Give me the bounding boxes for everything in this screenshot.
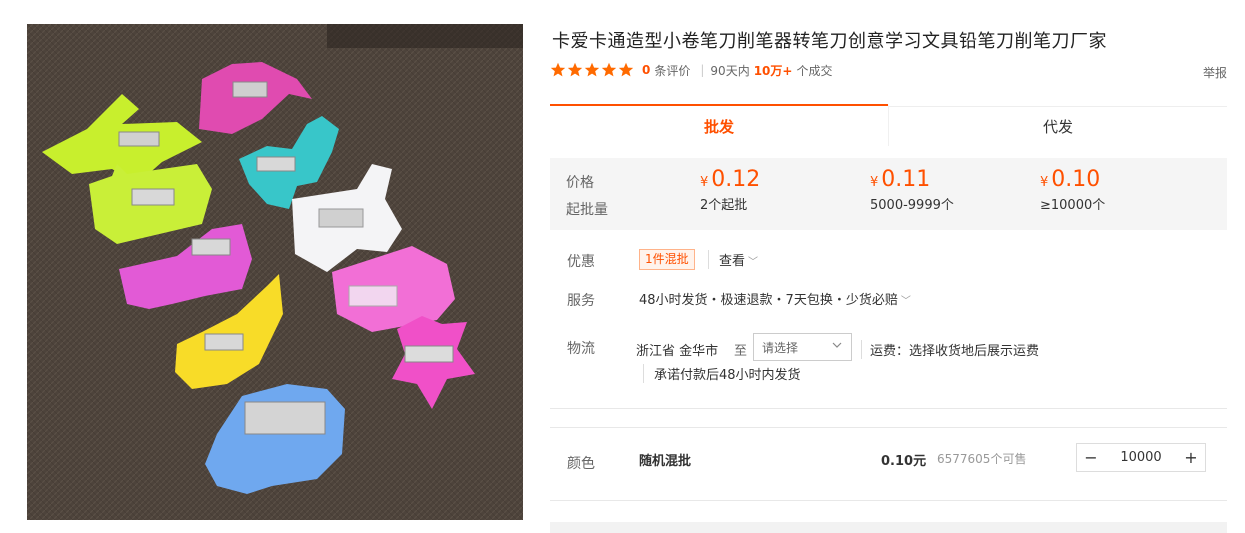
product-title: 卡爱卡通造型小卷笔刀削笔器转笔刀创意学习文具铅笔刀削笔刀厂家 [552, 31, 1107, 52]
product-image[interactable] [27, 24, 523, 520]
service-label: 服务 [567, 293, 595, 309]
star-rating [550, 62, 634, 78]
review-label[interactable]: 条评价 [654, 62, 690, 79]
promo-view-button[interactable]: 查看 ﹀ [708, 250, 758, 269]
tier-quantity: 2个起批 [700, 198, 748, 213]
period-label: 90天内 [710, 63, 750, 78]
summary-bar [550, 522, 1227, 533]
service-dropdown[interactable]: 48小时发货・极速退款・7天包换・少货必赔 ﹀ [639, 289, 911, 308]
quantity-stepper: − 10000 + [1076, 443, 1206, 472]
tab-dropship[interactable]: 代发 [888, 104, 1227, 146]
currency-symbol: ¥ [1040, 175, 1049, 190]
sku-price: 0.10元 [881, 454, 927, 469]
chevron-down-icon: ﹀ [748, 257, 759, 268]
rating-row: 0 条评价 | 90天内 10万+ 个成交 [550, 61, 836, 79]
increment-button[interactable]: + [1177, 448, 1205, 467]
currency-symbol: ¥ [870, 175, 879, 190]
service-text: 48小时发货・极速退款・7天包换・少货必赔 [639, 293, 898, 308]
tier-quantity: ≥10000个 [1040, 198, 1106, 213]
deals-label: 个成交 [796, 63, 833, 78]
view-label: 查看 [719, 254, 746, 269]
tier-price: 0.11 [881, 167, 931, 192]
report-link[interactable]: 举报 [1203, 64, 1227, 81]
divider: | [700, 63, 705, 77]
price-panel: 价格 起批量 ¥0.12 2个起批 ¥0.11 5000-9999个 ¥0.10… [550, 158, 1227, 230]
price-label: 价格 [566, 175, 594, 191]
divider [550, 408, 1227, 409]
currency-symbol: ¥ [700, 175, 709, 190]
promo-label: 优惠 [567, 254, 595, 270]
price-tier: ¥0.12 2个起批 [700, 167, 760, 213]
star-icon [550, 62, 566, 77]
tier-quantity: 5000-9999个 [870, 198, 954, 213]
review-count[interactable]: 0 [642, 63, 650, 77]
star-icon [601, 62, 617, 77]
ship-to-label: 至 [734, 344, 748, 359]
ship-from: 浙江省 金华市 [636, 344, 719, 359]
logistics-label: 物流 [567, 341, 595, 357]
freight-info: 运费：选择收货地后展示运费 [861, 340, 1039, 359]
star-icon [618, 62, 634, 77]
sku-name: 随机混批 [639, 454, 692, 469]
sku-stock: 6577605个可售 [937, 452, 1027, 466]
moq-label: 起批量 [566, 202, 608, 218]
tab-wholesale[interactable]: 批发 [550, 104, 888, 146]
star-icon [567, 62, 583, 77]
divider [550, 500, 1227, 501]
shipping-promise: 承诺付款后48小时内发货 [643, 364, 801, 383]
color-label: 颜色 [567, 456, 595, 472]
tier-price: 0.10 [1051, 167, 1101, 192]
destination-select[interactable]: 请选择 [753, 333, 852, 361]
tier-price: 0.12 [711, 167, 761, 192]
decrement-button[interactable]: − [1077, 448, 1105, 467]
chevron-down-icon [832, 342, 842, 348]
promo-tag: 1件混批 [639, 249, 695, 270]
quantity-input[interactable]: 10000 [1105, 450, 1177, 465]
price-tier: ¥0.10 ≥10000个 [1040, 167, 1105, 213]
deals-count: 10万+ [753, 63, 793, 78]
price-tier: ¥0.11 5000-9999个 [870, 167, 954, 213]
select-placeholder: 请选择 [762, 340, 799, 355]
chevron-down-icon: ﹀ [900, 296, 911, 307]
divider [550, 427, 1227, 428]
purchase-tabs: 批发 代发 [550, 104, 1227, 146]
star-icon [584, 62, 600, 77]
